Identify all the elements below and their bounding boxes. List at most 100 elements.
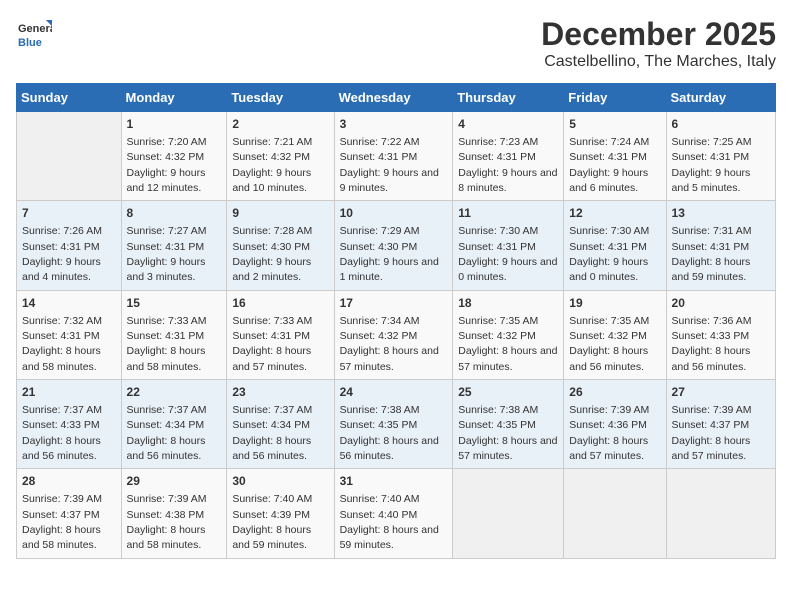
sunset-info: Sunset: 4:31 PM: [127, 330, 205, 342]
day-number: 8: [127, 205, 222, 222]
day-number: 24: [340, 384, 448, 401]
logo: General Blue: [16, 16, 52, 52]
calendar-cell: 24Sunrise: 7:38 AMSunset: 4:35 PMDayligh…: [334, 380, 453, 469]
sunrise-info: Sunrise: 7:33 AM: [127, 315, 207, 327]
sunrise-info: Sunrise: 7:34 AM: [340, 315, 420, 327]
day-number: 23: [232, 384, 328, 401]
daylight-info: Daylight: 9 hours and 10 minutes.: [232, 167, 311, 194]
day-number: 7: [22, 205, 116, 222]
sunrise-info: Sunrise: 7:38 AM: [340, 404, 420, 416]
daylight-info: Daylight: 9 hours and 4 minutes.: [22, 256, 101, 283]
day-number: 10: [340, 205, 448, 222]
sunrise-info: Sunrise: 7:36 AM: [672, 315, 752, 327]
sunset-info: Sunset: 4:30 PM: [340, 241, 418, 253]
sunset-info: Sunset: 4:39 PM: [232, 509, 310, 521]
calendar-cell: 27Sunrise: 7:39 AMSunset: 4:37 PMDayligh…: [666, 380, 775, 469]
sunset-info: Sunset: 4:36 PM: [569, 419, 647, 431]
daylight-info: Daylight: 9 hours and 9 minutes.: [340, 167, 439, 194]
day-number: 30: [232, 473, 328, 490]
daylight-info: Daylight: 8 hours and 58 minutes.: [22, 345, 101, 372]
sunset-info: Sunset: 4:31 PM: [458, 241, 536, 253]
day-number: 11: [458, 205, 558, 222]
daylight-info: Daylight: 9 hours and 8 minutes.: [458, 167, 557, 194]
day-number: 22: [127, 384, 222, 401]
daylight-info: Daylight: 9 hours and 5 minutes.: [672, 167, 751, 194]
day-number: 5: [569, 116, 660, 133]
sunset-info: Sunset: 4:31 PM: [127, 241, 205, 253]
sunset-info: Sunset: 4:40 PM: [340, 509, 418, 521]
calendar-cell: 22Sunrise: 7:37 AMSunset: 4:34 PMDayligh…: [121, 380, 227, 469]
calendar-cell: 16Sunrise: 7:33 AMSunset: 4:31 PMDayligh…: [227, 290, 334, 379]
sunset-info: Sunset: 4:31 PM: [672, 241, 750, 253]
sunrise-info: Sunrise: 7:37 AM: [232, 404, 312, 416]
sunset-info: Sunset: 4:37 PM: [672, 419, 750, 431]
calendar-cell: 21Sunrise: 7:37 AMSunset: 4:33 PMDayligh…: [17, 380, 122, 469]
calendar-cell: 8Sunrise: 7:27 AMSunset: 4:31 PMDaylight…: [121, 201, 227, 290]
daylight-info: Daylight: 8 hours and 58 minutes.: [127, 345, 206, 372]
sunset-info: Sunset: 4:31 PM: [22, 241, 100, 253]
weekday-header: Sunday: [17, 84, 122, 112]
calendar-week-row: 7Sunrise: 7:26 AMSunset: 4:31 PMDaylight…: [17, 201, 776, 290]
daylight-info: Daylight: 8 hours and 57 minutes.: [458, 345, 557, 372]
sunset-info: Sunset: 4:32 PM: [232, 151, 310, 163]
day-number: 20: [672, 295, 770, 312]
day-number: 14: [22, 295, 116, 312]
sunrise-info: Sunrise: 7:30 AM: [458, 225, 538, 237]
calendar-cell: 11 Sunrise: 7:30 AM Sunset: 4:31 PM Dayligh…: [453, 201, 564, 290]
sunrise-info: Sunrise: 7:35 AM: [458, 315, 538, 327]
calendar-cell: 5Sunrise: 7:24 AMSunset: 4:31 PMDaylight…: [564, 112, 666, 201]
daylight-info: Daylight: 9 hours and 1 minute.: [340, 256, 439, 283]
daylight-info: Daylight: 9 hours and 2 minutes.: [232, 256, 311, 283]
calendar-table: SundayMondayTuesdayWednesdayThursdayFrid…: [16, 83, 776, 559]
weekday-header: Saturday: [666, 84, 775, 112]
sunrise-info: Sunrise: 7:30 AM: [569, 225, 649, 237]
daylight-info: Daylight: 8 hours and 59 minutes.: [232, 524, 311, 551]
sunrise-info: Sunrise: 7:24 AM: [569, 136, 649, 148]
sunrise-info: Sunrise: 7:21 AM: [232, 136, 312, 148]
calendar-cell: 19Sunrise: 7:35 AMSunset: 4:32 PMDayligh…: [564, 290, 666, 379]
sunset-info: Sunset: 4:35 PM: [340, 419, 418, 431]
calendar-cell: 20Sunrise: 7:36 AMSunset: 4:33 PMDayligh…: [666, 290, 775, 379]
daylight-info: Daylight: 9 hours and 0 minutes.: [569, 256, 648, 283]
sunrise-info: Sunrise: 7:29 AM: [340, 225, 420, 237]
sunrise-info: Sunrise: 7:32 AM: [22, 315, 102, 327]
calendar-cell: 10 Sunrise: 7:29 AM Sunset: 4:30 PM Dayligh…: [334, 201, 453, 290]
calendar-cell: [564, 469, 666, 558]
sunrise-info: Sunrise: 7:40 AM: [232, 493, 312, 505]
sunset-info: Sunset: 4:37 PM: [22, 509, 100, 521]
sunset-info: Sunset: 4:34 PM: [127, 419, 205, 431]
calendar-cell: 31Sunrise: 7:40 AMSunset: 4:40 PMDayligh…: [334, 469, 453, 558]
day-number: 9: [232, 205, 328, 222]
calendar-cell: 17Sunrise: 7:34 AMSunset: 4:32 PMDayligh…: [334, 290, 453, 379]
sunrise-info: Sunrise: 7:27 AM: [127, 225, 207, 237]
weekday-header: Thursday: [453, 84, 564, 112]
daylight-info: Daylight: 8 hours and 57 minutes.: [569, 435, 648, 462]
svg-text:General: General: [18, 23, 52, 35]
calendar-week-row: 28Sunrise: 7:39 AMSunset: 4:37 PMDayligh…: [17, 469, 776, 558]
day-number: 6: [672, 116, 770, 133]
day-number: 18: [458, 295, 558, 312]
sunrise-info: Sunrise: 7:39 AM: [22, 493, 102, 505]
calendar-cell: 12Sunrise: 7:30 AMSunset: 4:31 PMDayligh…: [564, 201, 666, 290]
sunset-info: Sunset: 4:33 PM: [22, 419, 100, 431]
sunset-info: Sunset: 4:30 PM: [232, 241, 310, 253]
day-number: 16: [232, 295, 328, 312]
daylight-info: Daylight: 8 hours and 59 minutes.: [340, 524, 439, 551]
sunrise-info: Sunrise: 7:28 AM: [232, 225, 312, 237]
sunset-info: Sunset: 4:31 PM: [22, 330, 100, 342]
svg-text:Blue: Blue: [18, 37, 42, 49]
calendar-cell: 2Sunrise: 7:21 AMSunset: 4:32 PMDaylight…: [227, 112, 334, 201]
main-title: December 2025: [541, 16, 776, 53]
calendar-cell: 29Sunrise: 7:39 AMSunset: 4:38 PMDayligh…: [121, 469, 227, 558]
sunrise-info: Sunrise: 7:20 AM: [127, 136, 207, 148]
sunrise-info: Sunrise: 7:38 AM: [458, 404, 538, 416]
weekday-header: Monday: [121, 84, 227, 112]
calendar-cell: [17, 112, 122, 201]
day-number: 21: [22, 384, 116, 401]
sunrise-info: Sunrise: 7:22 AM: [340, 136, 420, 148]
calendar-cell: 28Sunrise: 7:39 AMSunset: 4:37 PMDayligh…: [17, 469, 122, 558]
sunrise-info: Sunrise: 7:35 AM: [569, 315, 649, 327]
weekday-header: Tuesday: [227, 84, 334, 112]
daylight-info: Daylight: 9 hours and 0 minutes.: [458, 256, 557, 283]
weekday-header: Friday: [564, 84, 666, 112]
